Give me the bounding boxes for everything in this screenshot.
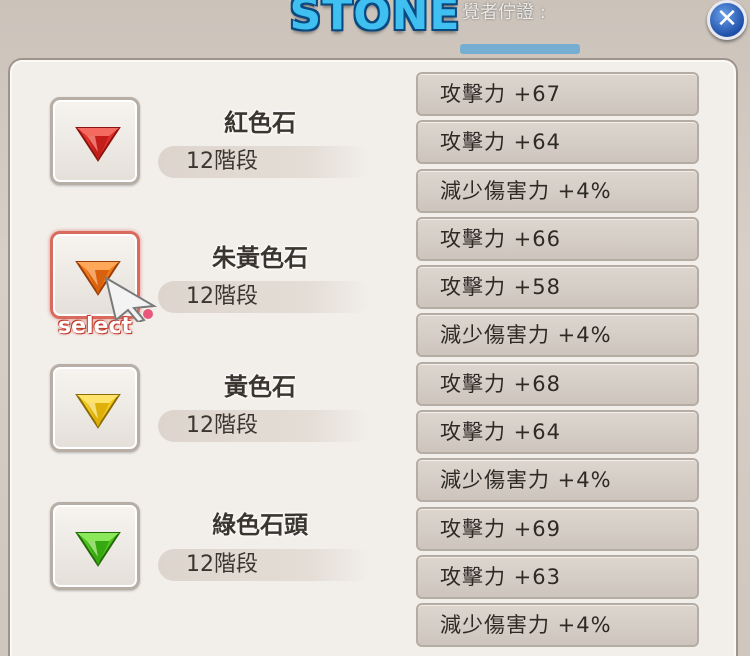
background-bar	[460, 44, 580, 54]
stone-slot-yellow[interactable]	[50, 364, 140, 452]
green-gem-icon	[75, 532, 121, 567]
stat-row: 減少傷害力 +4%	[416, 169, 699, 213]
stat-row: 攻擊力 +66	[416, 217, 699, 261]
stone-name: 紅色石	[224, 109, 296, 137]
close-button[interactable]: ✕	[707, 0, 747, 40]
stone-stage: 12階段	[158, 549, 372, 581]
stone-name: 黃色石	[224, 373, 296, 401]
stat-row: 攻擊力 +63	[416, 555, 699, 599]
stat-row: 攻擊力 +64	[416, 120, 699, 164]
stone-stage: 12階段	[158, 281, 372, 313]
stat-row: 減少傷害力 +4%	[416, 603, 699, 647]
stat-row: 攻擊力 +64	[416, 410, 699, 454]
background-caption: 覺者佇證 :	[462, 2, 546, 23]
red-gem-icon	[75, 127, 121, 162]
pointer-cursor-icon	[104, 276, 158, 322]
stone-stage: 12階段	[158, 410, 372, 442]
stone-name: 朱黃色石	[212, 244, 308, 272]
stat-row: 減少傷害力 +4%	[416, 458, 699, 502]
stone-window: STONE 覺者佇證 : ✕ 紅色石 12階段 select 朱黃色石 12階段	[0, 0, 750, 656]
window-title-banner: STONE	[289, 0, 461, 40]
stat-row: 減少傷害力 +4%	[416, 313, 699, 357]
stat-row: 攻擊力 +69	[416, 507, 699, 551]
yellow-gem-icon	[75, 394, 121, 429]
close-icon: ✕	[716, 4, 738, 34]
stat-row: 攻擊力 +58	[416, 265, 699, 309]
stone-slot-red[interactable]	[50, 97, 140, 185]
stat-row: 攻擊力 +68	[416, 362, 699, 406]
stat-row: 攻擊力 +67	[416, 72, 699, 116]
stone-name: 綠色石頭	[212, 511, 308, 539]
stone-slot-green[interactable]	[50, 502, 140, 590]
stone-stage: 12階段	[158, 146, 372, 178]
